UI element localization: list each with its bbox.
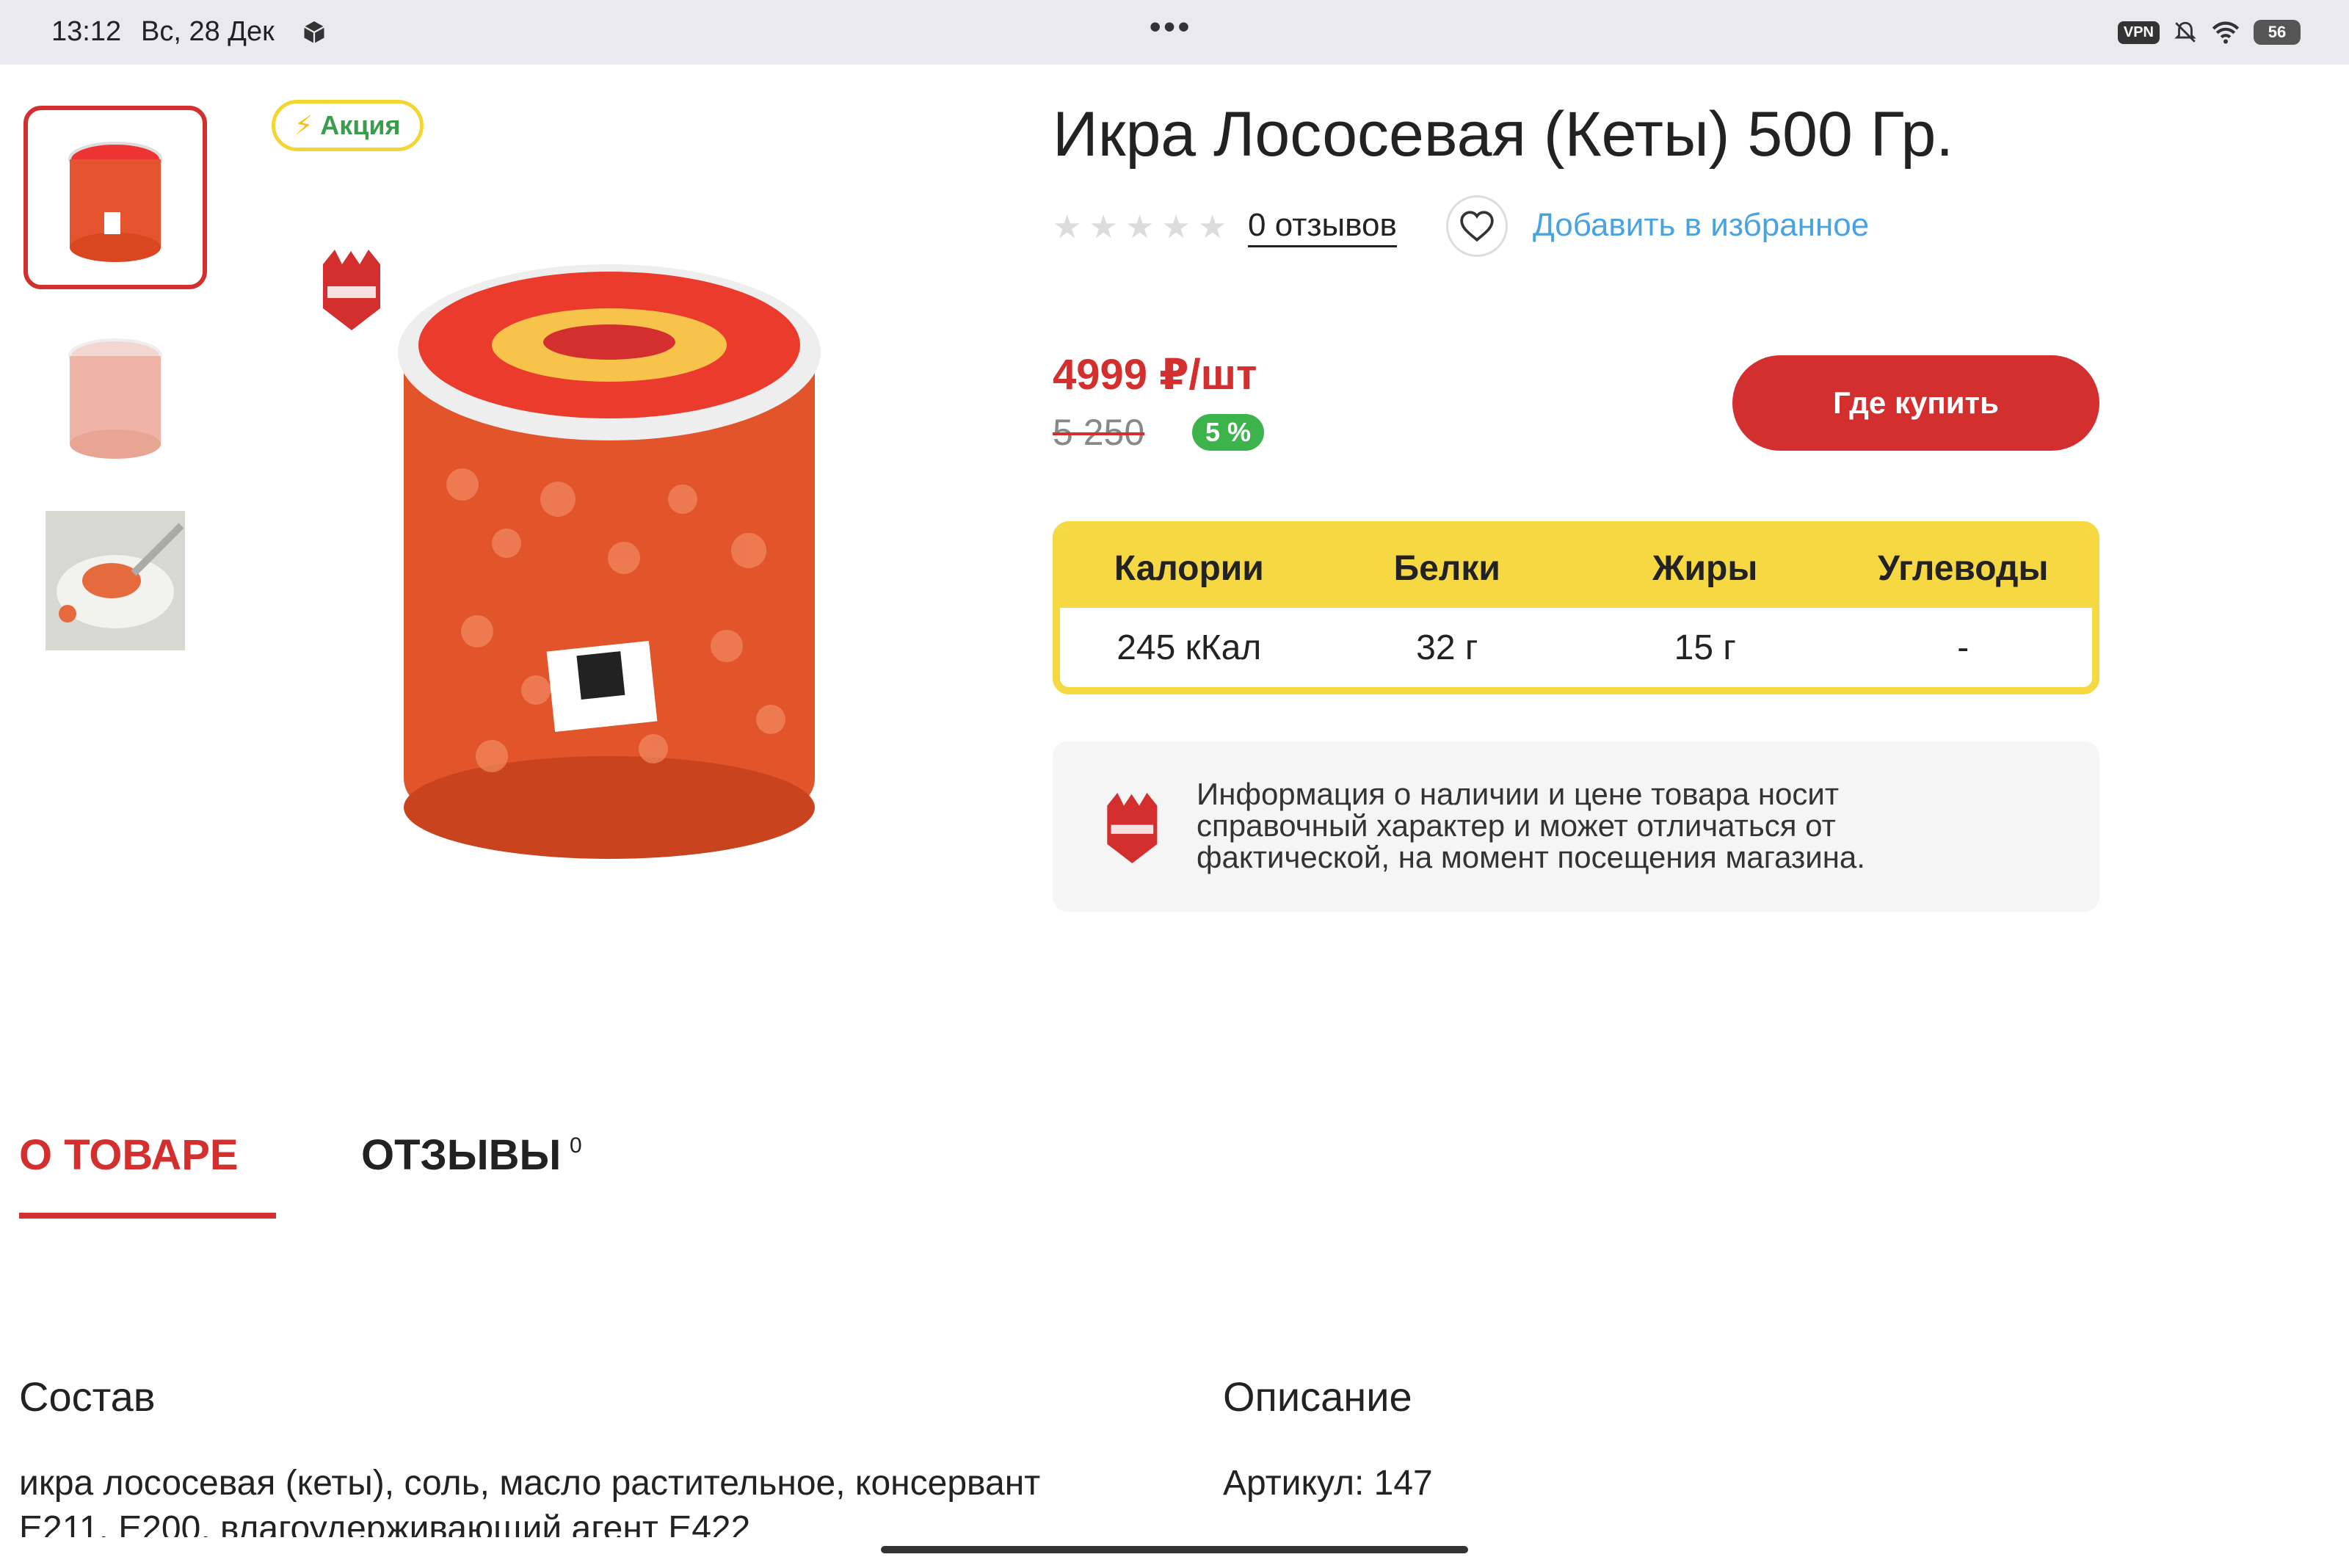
active-tab-indicator: [19, 1213, 276, 1219]
star-icon: ★: [1197, 209, 1227, 245]
wifi-icon: [2212, 21, 2240, 44]
tab-about-product[interactable]: О ТОВАРЕ: [19, 1130, 239, 1180]
promo-label: Акция: [320, 110, 401, 140]
multitask-dots[interactable]: •••: [1150, 9, 1192, 46]
bell-off-icon: [2174, 21, 2196, 43]
star-icon: ★: [1125, 209, 1155, 245]
vpn-icon: VPN: [2117, 21, 2160, 44]
status-bar: 13:12 Вс, 28 Дек ••• VPN 56: [0, 0, 2349, 65]
caviar-spoon-thumbnail: [46, 511, 185, 650]
product-image[interactable]: [316, 250, 874, 881]
tab-reviews[interactable]: ОТЗЫВЫ: [361, 1130, 561, 1180]
old-price: 5 250: [1053, 412, 1145, 453]
article-number: Артикул: 147: [1223, 1464, 1433, 1503]
caviar-jar-thumbnail: [68, 142, 162, 262]
composition-text: икра лососевая (кеты), соль, масло расти…: [19, 1464, 1041, 1537]
status-date: Вс, 28 Дек: [141, 16, 275, 47]
nutrition-header-carbs: Углеводы: [1878, 548, 2049, 588]
status-icons: VPN 56: [2117, 18, 2301, 47]
brand-logo: [323, 250, 380, 330]
reviews-count: 0: [570, 1133, 582, 1158]
description-title: Описание: [1223, 1373, 1412, 1420]
star-icon: ★: [1089, 209, 1118, 245]
battery-icon: 56: [2254, 20, 2301, 45]
nutrition-header-protein: Белки: [1393, 548, 1500, 588]
availability-notice-text: Информация о наличии и цене товара носит…: [1197, 777, 1865, 874]
thumbnail-1[interactable]: [23, 106, 207, 289]
promo-badge: ⚡ Акция: [272, 100, 424, 151]
app-notification-icon: [303, 21, 325, 43]
product-title: Икра Лососевая (Кеты) 500 Гр.: [1053, 99, 1954, 170]
nutrition-value-calories: 245 кКал: [1117, 628, 1262, 667]
rating-stars: ★ ★ ★ ★ ★: [1053, 208, 1227, 246]
current-price: 4999 ₽/шт: [1053, 351, 1257, 399]
where-to-buy-button[interactable]: Где купить: [1732, 355, 2099, 451]
nutrition-value-carbs: -: [1957, 628, 1969, 667]
favorite-button[interactable]: [1446, 195, 1508, 257]
brand-logo-icon: [1107, 793, 1158, 863]
discount-badge: 5 %: [1192, 414, 1265, 451]
availability-notice: Информация о наличии и цене товара носит…: [1053, 741, 2099, 912]
add-to-favorites-link[interactable]: Добавить в избранное: [1533, 207, 1869, 244]
nutrition-value-protein: 32 г: [1416, 628, 1478, 667]
heart-icon: [1460, 211, 1494, 242]
home-indicator[interactable]: [881, 1546, 1468, 1553]
nutrition-header-fat: Жиры: [1652, 548, 1758, 588]
nutrition-values-row: 245 кКал 32 г 15 г -: [1060, 608, 2092, 687]
thumbnail-3[interactable]: [23, 489, 207, 672]
jar-label: [546, 640, 658, 733]
caviar-jar-faded-thumbnail: [68, 338, 162, 459]
nutrition-header-row: Калории Белки Жиры Углеводы: [1060, 529, 2092, 608]
status-time: 13:12: [51, 16, 122, 47]
nutrition-header-calories: Калории: [1114, 548, 1264, 588]
nutrition-table: Калории Белки Жиры Углеводы 245 кКал 32 …: [1053, 521, 2099, 694]
composition-title: Состав: [19, 1373, 156, 1420]
thumbnail-2[interactable]: [23, 301, 207, 484]
star-icon: ★: [1161, 209, 1191, 245]
nutrition-value-fat: 15 г: [1674, 628, 1736, 667]
star-icon: ★: [1053, 209, 1082, 245]
lightning-icon: ⚡: [294, 110, 313, 140]
reviews-link[interactable]: 0 отзывов: [1248, 207, 1397, 247]
